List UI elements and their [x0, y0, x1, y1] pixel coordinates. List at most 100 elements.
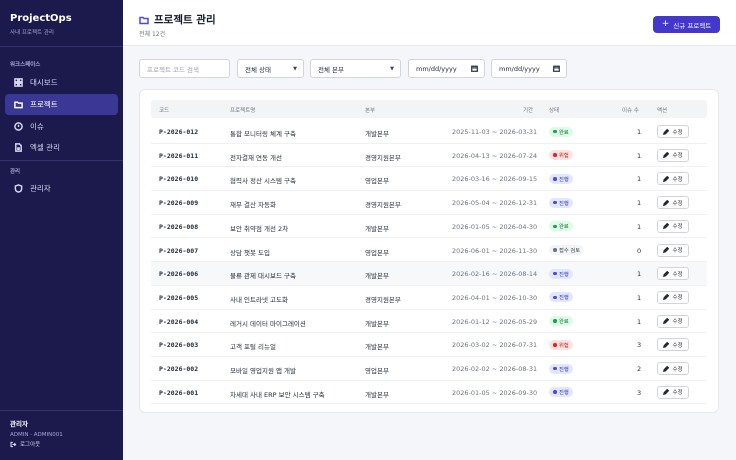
date-from-input[interactable]: mm/dd/yyyy: [408, 59, 485, 78]
status-badge-label: 접수 검토: [559, 248, 581, 254]
page-header: 프로젝트 관리 전체 12건 + 신규 프로젝트: [123, 0, 736, 46]
cell-period: 2026-06-01 ~ 2026-11-30: [452, 246, 538, 255]
sidebar-item-issues[interactable]: 이슈: [5, 116, 118, 137]
cell-name: 재무 결산 자동화: [230, 201, 276, 210]
edit-button-label: 수정: [672, 248, 683, 254]
edit-button[interactable]: 수정: [657, 172, 689, 186]
sidebar-item-label: 대시보드: [30, 78, 58, 87]
user-id: ADMIN · ADMIN001: [10, 432, 63, 438]
table-row[interactable]: P-2026-012 통합 모니터링 체계 구축 개발본부 2025-11-03 ~ …: [151, 120, 707, 144]
projects-table: 코드 프로젝트명 본부 기간 상태 이슈 수 액션 P-2026-012 통합 모…: [139, 89, 719, 413]
cell-period: 2025-11-03 ~ 2026-03-31: [452, 128, 538, 136]
date-to-input[interactable]: mm/dd/yyyy: [491, 59, 567, 78]
calendar-icon[interactable]: [471, 65, 478, 72]
table-row[interactable]: P-2026-011 전자결재 연동 개선 경영지원본부 2026-04-13 ~ 2…: [151, 144, 707, 168]
status-badge: 접수 검토: [549, 245, 585, 255]
table-header: 코드 프로젝트명 본부 기간 상태 이슈 수 액션: [151, 100, 707, 118]
cell-name: 고객 포털 리뉴얼: [230, 343, 276, 352]
edit-button-label: 수정: [672, 366, 683, 373]
table-row[interactable]: P-2026-002 모바일 영업지원 앱 개발 영업본부 2026-02-02 ~ …: [151, 357, 707, 381]
cell-period: 2026-02-02 ~ 2026-08-31: [452, 365, 538, 373]
edit-button[interactable]: 수정: [657, 125, 689, 138]
sidebar-item-label: 엑셀 관리: [30, 143, 60, 152]
cell-period: 2026-01-12 ~ 2026-05-29: [452, 317, 538, 326]
edit-button[interactable]: 수정: [657, 314, 689, 328]
search-input[interactable]: 프로젝트 코드 검색: [139, 59, 230, 78]
cell-name: 협력사 정산 시스템 구축: [230, 177, 296, 186]
pencil-icon: [663, 199, 670, 206]
edit-button[interactable]: 수정: [657, 338, 689, 352]
edit-button[interactable]: 수정: [657, 290, 689, 304]
cell-issues: 0: [637, 246, 642, 255]
table-row[interactable]: P-2026-003 고객 포털 리뉴얼 개발본부 2026-03-02 ~ 2026…: [151, 333, 707, 357]
sidebar-item-admin[interactable]: 관리자: [5, 178, 118, 199]
cell-division: 개발본부: [365, 224, 389, 233]
table-row[interactable]: P-2026-010 협력사 정산 시스템 구축 영업본부 2026-03-16 ~ …: [151, 167, 707, 192]
table-row[interactable]: P-2026-006 물류 관제 대시보드 구축 개발본부 2026-02-16 ~ …: [151, 262, 707, 286]
pencil-icon: [663, 247, 670, 253]
division-select[interactable]: 전체 본부 ▼: [310, 59, 401, 78]
pencil-icon: [663, 318, 670, 325]
status-dot-icon: [553, 129, 557, 134]
cell-code: P-2026-008: [159, 222, 199, 231]
edit-button-label: 수정: [672, 319, 683, 326]
sidebar-item-excel[interactable]: 엑셀 관리: [5, 137, 118, 158]
cell-issues: 1: [637, 199, 642, 208]
shield-icon: [13, 184, 23, 194]
table-row[interactable]: P-2026-005 사내 인트라넷 고도화 경영지원본부 2026-04-01 ~ …: [151, 286, 707, 310]
table-row[interactable]: P-2026-008 보안 취약점 개선 2차 개발본부 2026-01-05 ~ 2…: [151, 215, 707, 239]
status-dot-icon: [553, 177, 557, 181]
table-row[interactable]: P-2026-009 재무 결산 자동화 경영지원본부 2026-05-04 ~ 20…: [151, 191, 707, 215]
edit-button[interactable]: 수정: [657, 148, 689, 162]
plus-icon: +: [661, 19, 670, 29]
column-header-issues: 이슈 수: [622, 108, 639, 114]
cell-name: 상담 챗봇 도입: [230, 248, 271, 257]
calendar-icon[interactable]: [553, 65, 560, 72]
new-project-button[interactable]: + 신규 프로젝트: [653, 16, 720, 33]
status-badge: 진행: [549, 268, 573, 279]
edit-button[interactable]: 수정: [657, 362, 689, 375]
edit-button-label: 수정: [672, 390, 683, 397]
cell-issues: 1: [637, 128, 642, 136]
cell-period: 2026-04-13 ~ 2026-07-24: [452, 151, 538, 160]
table-row[interactable]: P-2026-004 레거시 데이터 마이그레이션 개발본부 2026-01-12 ~…: [151, 310, 707, 334]
cell-division: 영업본부: [365, 177, 389, 186]
pencil-icon: [663, 152, 670, 159]
pencil-icon: [663, 341, 670, 348]
edit-button[interactable]: 수정: [657, 196, 689, 210]
brand[interactable]: ProjectOps 사내 프로젝트 관리: [10, 13, 72, 36]
edit-button-label: 수정: [672, 224, 683, 231]
edit-button[interactable]: 수정: [657, 243, 689, 257]
logout-link[interactable]: 로그아웃: [10, 440, 40, 448]
cell-issues: 3: [637, 388, 642, 397]
sidebar-divider: [0, 46, 123, 47]
sidebar-item-projects[interactable]: 프로젝트: [5, 94, 118, 115]
status-badge-label: 완료: [559, 224, 569, 231]
cell-name: 차세대 사내 ERP 보안 시스템 구축: [230, 390, 325, 399]
status-badge: 진행: [549, 387, 573, 398]
cell-period: 2026-02-16 ~ 2026-08-14: [452, 270, 538, 279]
pencil-icon: [663, 365, 670, 372]
cell-division: 개발본부: [365, 390, 389, 399]
table-row[interactable]: P-2026-007 상담 챗봇 도입 영업본부 2026-06-01 ~ 2026-…: [151, 239, 707, 263]
pencil-icon: [663, 223, 670, 230]
column-header-actions: 액션: [657, 108, 668, 114]
cell-division: 경영지원본부: [365, 153, 401, 162]
cell-name: 보안 취약점 개선 2차: [230, 224, 289, 233]
table-row[interactable]: P-2026-001 차세대 사내 ERP 보안 시스템 구축 개발본부 2026-0…: [151, 381, 707, 405]
status-select[interactable]: 전체 상태 ▼: [237, 59, 304, 78]
edit-button[interactable]: 수정: [657, 267, 689, 281]
cell-issues: 1: [637, 317, 642, 326]
edit-button[interactable]: 수정: [657, 385, 689, 399]
edit-button[interactable]: 수정: [657, 219, 689, 233]
column-header-period: 기간: [523, 108, 534, 114]
page-title-text: 프로젝트 관리: [154, 14, 216, 26]
status-dot-icon: [553, 366, 557, 371]
status-badge: 진행: [549, 197, 573, 208]
folder-icon: [13, 100, 23, 110]
sidebar-divider: [0, 410, 123, 411]
cell-division: 경영지원본부: [365, 295, 401, 304]
sidebar-item-dashboard[interactable]: 대시보드: [5, 72, 118, 93]
cell-name: 사내 인트라넷 고도화: [230, 295, 288, 304]
cell-issues: 1: [637, 222, 642, 231]
